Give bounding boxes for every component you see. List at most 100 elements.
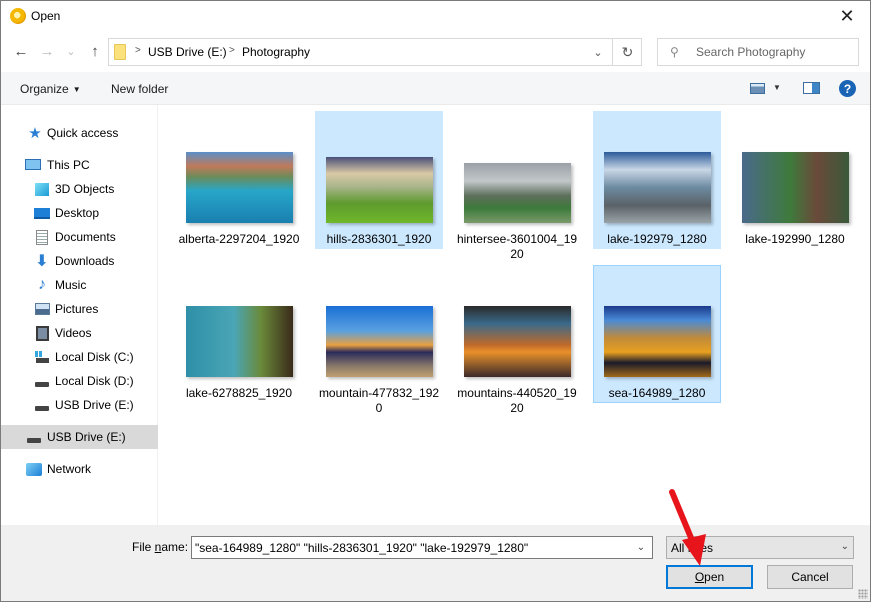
file-type-select[interactable]: All Files ⌄ bbox=[666, 536, 854, 559]
address-history-dropdown[interactable]: ⌄ bbox=[585, 39, 611, 65]
file-tile[interactable]: lake-192979_1280 bbox=[593, 111, 721, 249]
sidebar-item-videos[interactable]: Videos bbox=[1, 321, 158, 345]
change-view-icon[interactable] bbox=[750, 83, 765, 94]
sidebar-item-quick-access[interactable]: ★ Quick access bbox=[1, 121, 158, 145]
image-thumbnail bbox=[464, 163, 571, 223]
search-box[interactable]: ⚲ bbox=[657, 38, 859, 66]
arrow-right-icon: → bbox=[39, 42, 55, 60]
cancel-button[interactable]: Cancel bbox=[767, 565, 853, 589]
file-name-input[interactable] bbox=[195, 537, 625, 558]
view-options-dropdown[interactable]: ▼ bbox=[773, 83, 781, 92]
file-tile[interactable]: sea-164989_1280 bbox=[593, 265, 721, 403]
sidebar-item-label: This PC bbox=[47, 158, 90, 172]
file-name-dropdown[interactable]: ⌄ bbox=[630, 537, 652, 558]
sidebar-item-usb-drive-e-nested[interactable]: USB Drive (E:) bbox=[1, 393, 158, 417]
system-drive-icon bbox=[34, 349, 50, 365]
network-icon bbox=[26, 461, 42, 477]
sidebar-item-3d-objects[interactable]: 3D Objects bbox=[1, 177, 158, 201]
sidebar-item-music[interactable]: ♪ Music bbox=[1, 273, 158, 297]
image-thumbnail bbox=[464, 306, 571, 377]
sidebar-item-label: Music bbox=[55, 278, 87, 292]
file-name-label: File name: bbox=[132, 540, 189, 554]
image-thumbnail bbox=[186, 152, 293, 223]
close-icon: ✕ bbox=[839, 6, 855, 26]
file-name: lake-6278825_1920 bbox=[185, 386, 293, 400]
back-button[interactable]: ← bbox=[11, 41, 31, 61]
sidebar-item-label: Downloads bbox=[55, 254, 115, 268]
sidebar-item-label: Network bbox=[47, 462, 92, 476]
resize-grip[interactable] bbox=[858, 589, 868, 599]
file-name: hills-2836301_1920 bbox=[326, 232, 432, 246]
new-folder-label: New folder bbox=[111, 82, 169, 96]
pictures-icon bbox=[34, 301, 50, 317]
image-thumbnail bbox=[742, 152, 849, 223]
navigation-pane: ★ Quick access This PC 3D Objects Deskto… bbox=[1, 105, 158, 525]
file-name: lake-192990_1280 bbox=[745, 232, 845, 246]
file-name: hintersee-3601004_1920 bbox=[456, 232, 578, 261]
file-type-value: All Files bbox=[671, 541, 714, 555]
sidebar-item-pictures[interactable]: Pictures bbox=[1, 297, 158, 321]
new-folder-button[interactable]: New folder bbox=[111, 82, 168, 96]
sidebar-item-network[interactable]: Network bbox=[1, 457, 158, 481]
file-tile[interactable]: hills-2836301_1920 bbox=[315, 111, 443, 249]
sidebar-item-usb-drive-e[interactable]: USB Drive (E:) bbox=[1, 425, 158, 449]
forward-button[interactable]: → bbox=[37, 41, 57, 61]
sidebar-item-label: Local Disk (C:) bbox=[55, 350, 134, 364]
file-tile[interactable]: lake-6278825_1920 bbox=[175, 265, 303, 403]
title-bar: Open ✕ bbox=[1, 1, 870, 32]
usb-drive-icon bbox=[26, 429, 42, 445]
sidebar-item-label: USB Drive (E:) bbox=[47, 430, 126, 444]
image-thumbnail bbox=[604, 306, 711, 377]
refresh-button[interactable]: ↻ bbox=[612, 39, 642, 65]
sidebar-item-label: 3D Objects bbox=[55, 182, 115, 196]
recent-locations-button[interactable]: ⌄ bbox=[61, 41, 81, 61]
sidebar-item-local-disk-d[interactable]: Local Disk (D:) bbox=[1, 369, 158, 393]
arrow-left-icon: ← bbox=[13, 42, 29, 60]
image-thumbnail bbox=[326, 306, 433, 377]
chevron-down-icon: ⌄ bbox=[840, 541, 849, 552]
arrow-up-icon: ↑ bbox=[91, 42, 99, 60]
drive-icon bbox=[34, 373, 50, 389]
image-thumbnail bbox=[326, 157, 433, 223]
up-button[interactable]: ↑ bbox=[85, 41, 105, 61]
file-list: alberta-2297204_1920 hills-2836301_1920 … bbox=[159, 105, 870, 525]
image-thumbnail bbox=[186, 306, 293, 377]
sidebar-item-label: USB Drive (E:) bbox=[55, 398, 134, 412]
file-tile[interactable]: lake-192990_1280 bbox=[731, 111, 859, 249]
address-bar[interactable]: > USB Drive (E:) > Photography ⌄ ↻ bbox=[108, 38, 642, 66]
3d-objects-icon bbox=[34, 181, 50, 197]
sidebar-item-downloads[interactable]: ⬇ Downloads bbox=[1, 249, 158, 273]
folder-icon bbox=[114, 44, 126, 60]
file-tile[interactable]: mountains-440520_1920 bbox=[453, 265, 581, 415]
sidebar-item-label: Desktop bbox=[55, 206, 100, 220]
app-icon bbox=[10, 8, 26, 24]
dialog-footer: File name: ⌄ All Files ⌄ Open Cancel bbox=[1, 525, 870, 601]
breadcrumb-usb-drive[interactable]: USB Drive (E:) bbox=[148, 45, 227, 59]
search-icon: ⚲ bbox=[670, 45, 679, 59]
file-tile[interactable]: mountain-477832_1920 bbox=[315, 265, 443, 415]
file-tile[interactable]: alberta-2297204_1920 bbox=[175, 111, 303, 249]
search-input[interactable] bbox=[696, 39, 856, 65]
sidebar-item-desktop[interactable]: Desktop bbox=[1, 201, 158, 225]
file-name-combobox[interactable]: ⌄ bbox=[191, 536, 653, 559]
organize-menu[interactable]: Organize ▼ bbox=[20, 82, 81, 96]
sidebar-item-label: Pictures bbox=[55, 302, 99, 316]
open-button[interactable]: Open bbox=[666, 565, 753, 589]
sidebar-item-label: Documents bbox=[55, 230, 116, 244]
help-icon[interactable]: ? bbox=[839, 80, 856, 97]
sidebar-item-this-pc[interactable]: This PC bbox=[1, 153, 158, 177]
chevron-down-icon: ⌄ bbox=[636, 542, 646, 553]
sidebar-item-documents[interactable]: Documents bbox=[1, 225, 158, 249]
videos-icon bbox=[34, 325, 50, 341]
chevron-right-icon: > bbox=[135, 45, 141, 56]
file-tile[interactable]: hintersee-3601004_1920 bbox=[453, 111, 581, 261]
close-button[interactable]: ✕ bbox=[824, 1, 870, 32]
file-name: sea-164989_1280 bbox=[608, 386, 706, 400]
breadcrumb-photography[interactable]: Photography bbox=[242, 45, 310, 59]
sidebar-item-local-disk-c[interactable]: Local Disk (C:) bbox=[1, 345, 158, 369]
preview-pane-icon[interactable] bbox=[803, 82, 820, 94]
star-icon: ★ bbox=[28, 125, 42, 142]
chevron-down-icon: ⌄ bbox=[593, 46, 603, 59]
chevron-down-icon: ⌄ bbox=[66, 45, 76, 58]
file-name: alberta-2297204_1920 bbox=[178, 232, 300, 246]
